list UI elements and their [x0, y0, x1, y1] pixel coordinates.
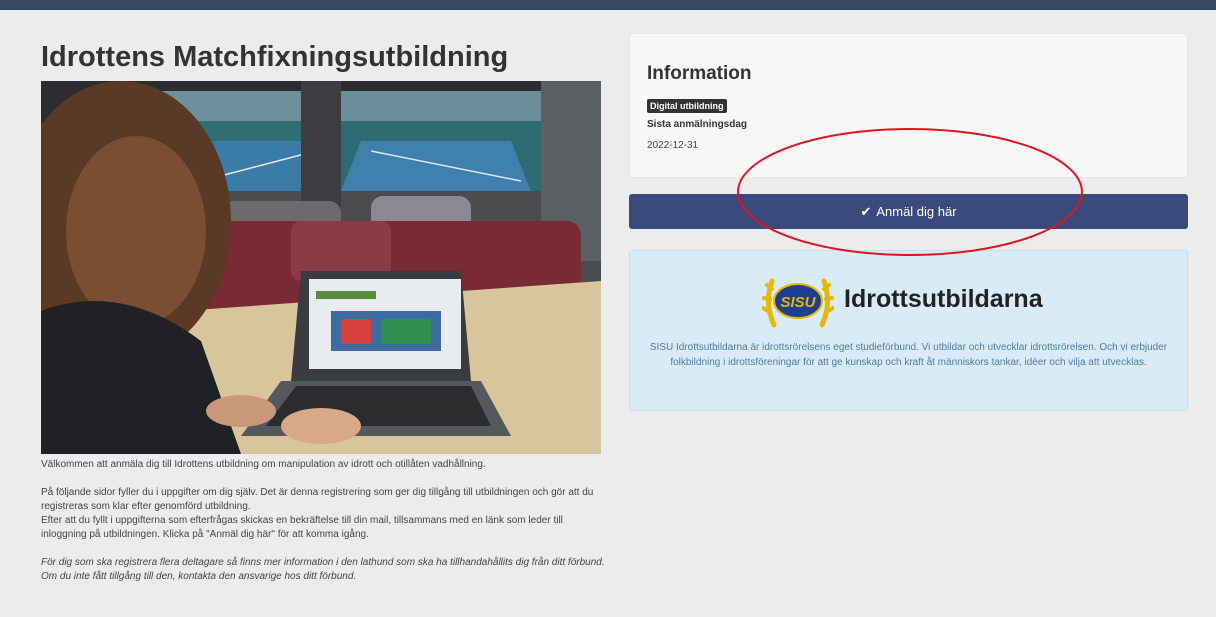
intro-paragraph: På följande sidor fyller du i uppgifter … — [41, 487, 594, 512]
hero-photo-illustration — [41, 81, 601, 454]
information-panel: Information Digital utbildning Sista anm… — [629, 33, 1188, 178]
intro-paragraph: Välkommen att anmäla dig till Idrottens … — [41, 459, 486, 470]
sisu-laurel-emblem-icon: SISU — [761, 278, 835, 328]
sisu-description: SISU Idrottsutbildarna är idrottsrörelse… — [649, 342, 1168, 368]
page-title: Idrottens Matchfixningsutbildning — [41, 41, 509, 73]
register-button[interactable]: ✔ Anmäl dig här — [629, 194, 1188, 229]
course-type-badge: Digital utbildning — [647, 99, 727, 113]
check-icon: ✔ — [860, 203, 872, 219]
sisu-logo-text: SISU — [780, 294, 816, 311]
top-bar — [0, 0, 1216, 10]
information-heading: Information — [647, 63, 752, 84]
main-content: Idrottens Matchfixningsutbildning Välkom… — [41, 40, 605, 582]
intro-paragraph-italic: För dig som ska registrera flera deltaga… — [41, 557, 605, 582]
sisu-info-panel: SISU Idrottsutbildarna SISU Idrottsutbil… — [629, 250, 1188, 411]
deadline-label: Sista anmälningsdag — [647, 119, 748, 130]
register-button-label: Anmäl dig här — [876, 204, 957, 219]
intro-text: Välkommen att anmäla dig till Idrottens … — [41, 458, 606, 598]
deadline-value: 2022-12-31 — [647, 140, 699, 151]
sisu-name: Idrottsutbildarna — [844, 285, 1043, 313]
sisu-logo: SISU Idrottsutbildarna — [761, 271, 1062, 333]
hero-image — [41, 81, 601, 454]
intro-paragraph: Efter att du fyllt i uppgifterna som eft… — [41, 515, 563, 540]
